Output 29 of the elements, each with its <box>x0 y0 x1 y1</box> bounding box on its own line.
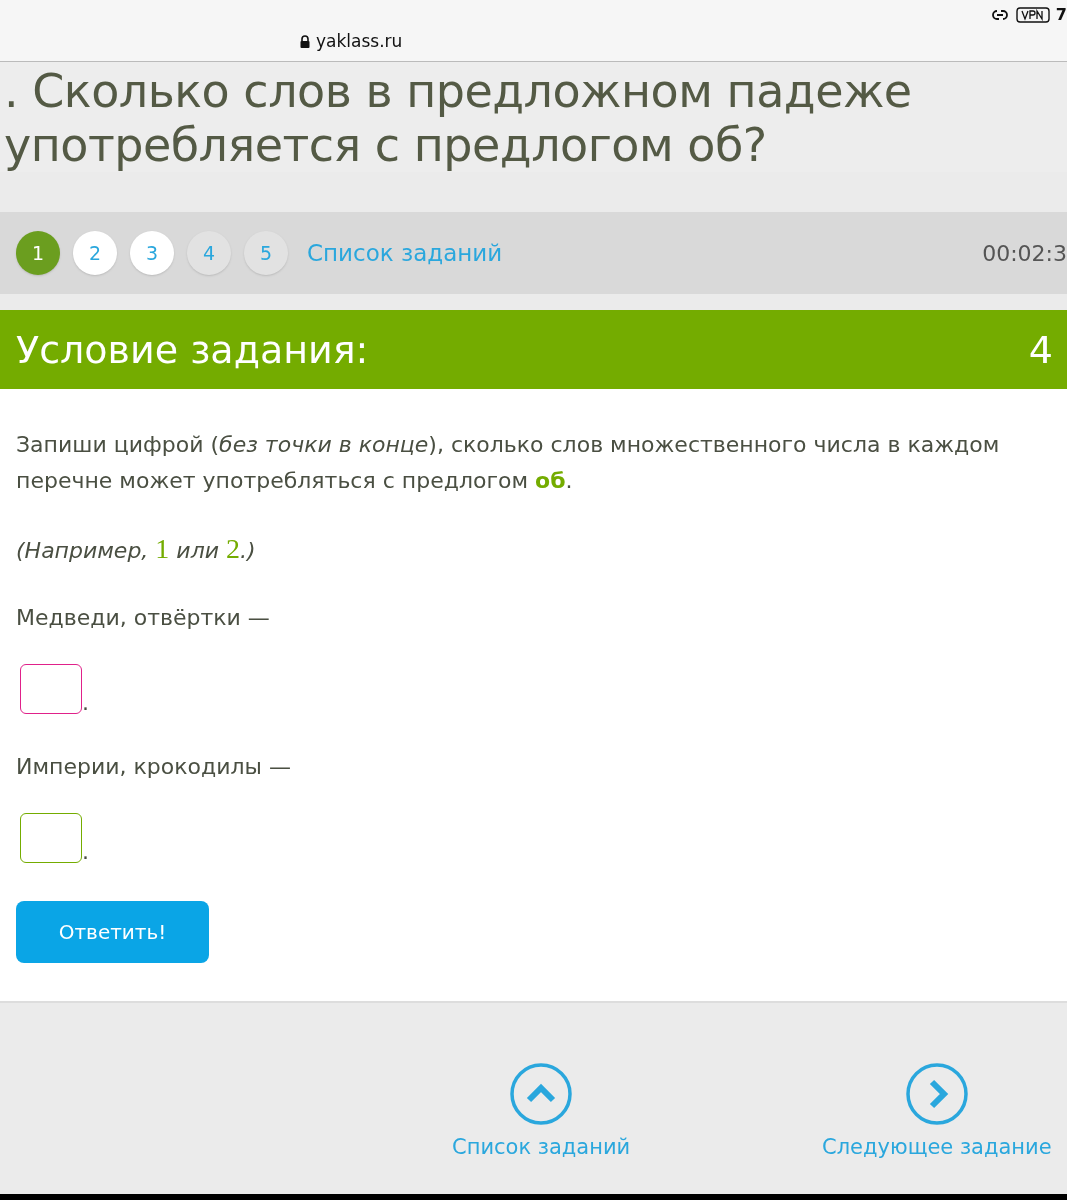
task-list-link[interactable]: Список заданий <box>307 240 503 266</box>
next-task-link[interactable]: Следующее задание <box>822 1135 1052 1161</box>
task-number-button[interactable]: 4 <box>187 231 231 275</box>
battery-percent: 7 <box>1055 5 1067 24</box>
task-list-link[interactable]: Список заданий <box>452 1135 631 1161</box>
chevron-up-icon[interactable] <box>510 1063 573 1125</box>
chevron-right-icon[interactable] <box>905 1063 968 1125</box>
vpn-icon <box>1015 6 1050 23</box>
lock-icon <box>300 34 310 48</box>
task-number-button[interactable]: 2 <box>73 231 117 275</box>
answer-box[interactable] <box>20 813 82 863</box>
task-title: употребляется с предлогом об? <box>4 118 767 172</box>
points-text: 4 <box>1028 327 1053 372</box>
link-icon <box>989 7 1010 22</box>
answer-box[interactable] <box>20 664 82 714</box>
period-text: . <box>82 692 89 714</box>
task-number-button[interactable]: 3 <box>130 231 174 275</box>
question-prompt: Медведи, отвёртки — <box>16 605 271 630</box>
submit-button[interactable]: Ответить! <box>16 901 209 963</box>
example-text: (Например, 1 или 2.) <box>16 533 257 565</box>
instruction-text: Запиши цифрой (без точки в конце), сколько слов множественного числа в каждом перечне может употребляться с предлогом об. <box>16 431 1001 495</box>
condition-heading: Условие задания: <box>16 327 369 372</box>
task-number-button[interactable]: 5 <box>244 231 288 275</box>
task-title: . Сколько слов в предложном падеже <box>4 64 912 118</box>
address-text[interactable]: yaklass.ru <box>316 31 403 51</box>
question-prompt: Империи, крокодилы — <box>16 754 292 779</box>
period-text: . <box>82 841 89 863</box>
timer: 00:02:3 <box>982 240 1067 266</box>
task-number-button[interactable]: 1 <box>16 231 60 275</box>
